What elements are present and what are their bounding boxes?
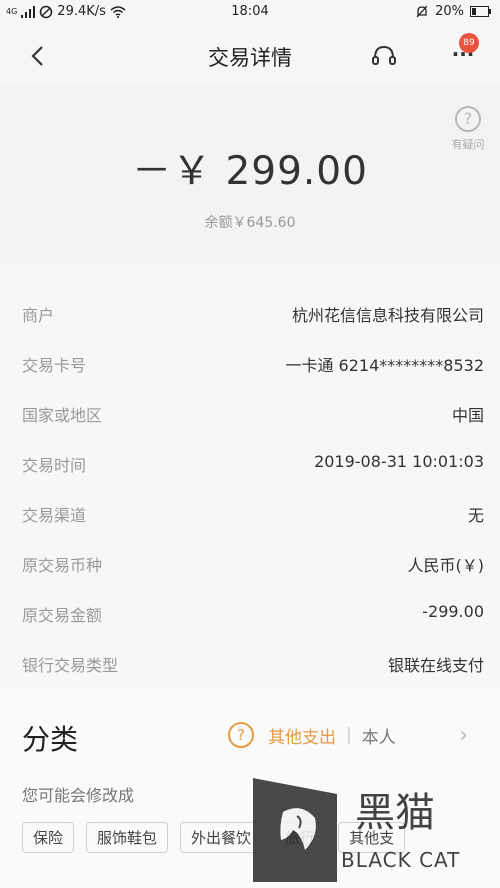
black-cat-logo — [253, 778, 337, 882]
headset-icon[interactable] — [370, 42, 398, 70]
category-separator: | — [346, 725, 352, 745]
watermark: 黑猫 BLACK CAT — [245, 778, 495, 884]
tag-insurance[interactable]: 保险 — [22, 822, 75, 853]
detail-row-original-currency: 原交易币种 人民币(￥) — [0, 536, 500, 586]
suggestion-label: 您可能会修改成 — [22, 786, 135, 805]
detail-label: 商户 — [22, 306, 55, 325]
transaction-details: 商户 杭州花信信息科技有限公司 交易卡号 一卡通 6214********853… — [0, 264, 500, 688]
tag-clothing[interactable]: 服饰鞋包 — [86, 822, 169, 853]
detail-label: 原交易币种 — [22, 556, 103, 575]
chevron-right-icon: › — [459, 722, 468, 748]
question-icon: ? — [455, 106, 481, 132]
category-title: 分类 — [22, 723, 79, 756]
watermark-subtitle: BLACK CAT — [341, 848, 461, 872]
detail-row-time: 交易时间 2019-08-31 10:01:03 — [0, 436, 500, 486]
detail-label: 原交易金额 — [22, 606, 103, 625]
detail-row-card-number: 交易卡号 一卡通 6214********8532 — [0, 336, 500, 386]
selected-category: 其他支出 — [268, 727, 336, 748]
detail-label: 交易渠道 — [22, 506, 87, 525]
detail-label: 银行交易类型 — [22, 656, 119, 675]
detail-value: 一卡通 6214********8532 — [285, 356, 484, 375]
transaction-summary: ? 有疑问 －￥ 299.00 余额￥645.60 — [0, 86, 500, 264]
status-right: 20% — [415, 4, 492, 19]
detail-label: 国家或地区 — [22, 406, 103, 425]
bell-off-icon — [416, 5, 428, 17]
detail-value: 人民币(￥) — [407, 556, 485, 575]
detail-value: 2019-08-31 10:01:03 — [314, 452, 484, 471]
detail-row-original-amount: 原交易金额 -299.00 — [0, 586, 500, 636]
question-icon: ? — [228, 722, 254, 748]
transaction-amount: －￥ 299.00 — [132, 149, 368, 194]
detail-label: 交易时间 — [22, 456, 87, 475]
detail-row-bank-type: 银行交易类型 银联在线支付 — [0, 636, 500, 686]
battery-percent: 20% — [435, 4, 464, 19]
detail-row-channel: 交易渠道 无 — [0, 486, 500, 536]
detail-value: 杭州花信信息科技有限公司 — [291, 306, 484, 325]
detail-value: -299.00 — [422, 602, 484, 621]
category-owner: 本人 — [361, 727, 396, 748]
status-bar: 4G 29.4K/s 18:04 20% — [0, 0, 500, 26]
page-title: 交易详情 — [208, 46, 292, 70]
notification-badge: 89 — [459, 33, 479, 53]
category-selector[interactable]: ? 其他支出 | 本人 › — [226, 714, 486, 756]
detail-value: 中国 — [451, 406, 484, 425]
navigation-bar: 交易详情 ··· 89 — [0, 26, 500, 86]
detail-value: 银联在线支付 — [387, 656, 484, 675]
detail-label: 交易卡号 — [22, 356, 87, 375]
account-balance: 余额￥645.60 — [204, 215, 296, 231]
battery-icon — [470, 6, 491, 17]
detail-row-merchant: 商户 杭州花信信息科技有限公司 — [0, 286, 500, 336]
watermark-title: 黑猫 — [355, 790, 435, 836]
detail-value: 无 — [467, 506, 484, 525]
detail-row-country: 国家或地区 中国 — [0, 386, 500, 436]
